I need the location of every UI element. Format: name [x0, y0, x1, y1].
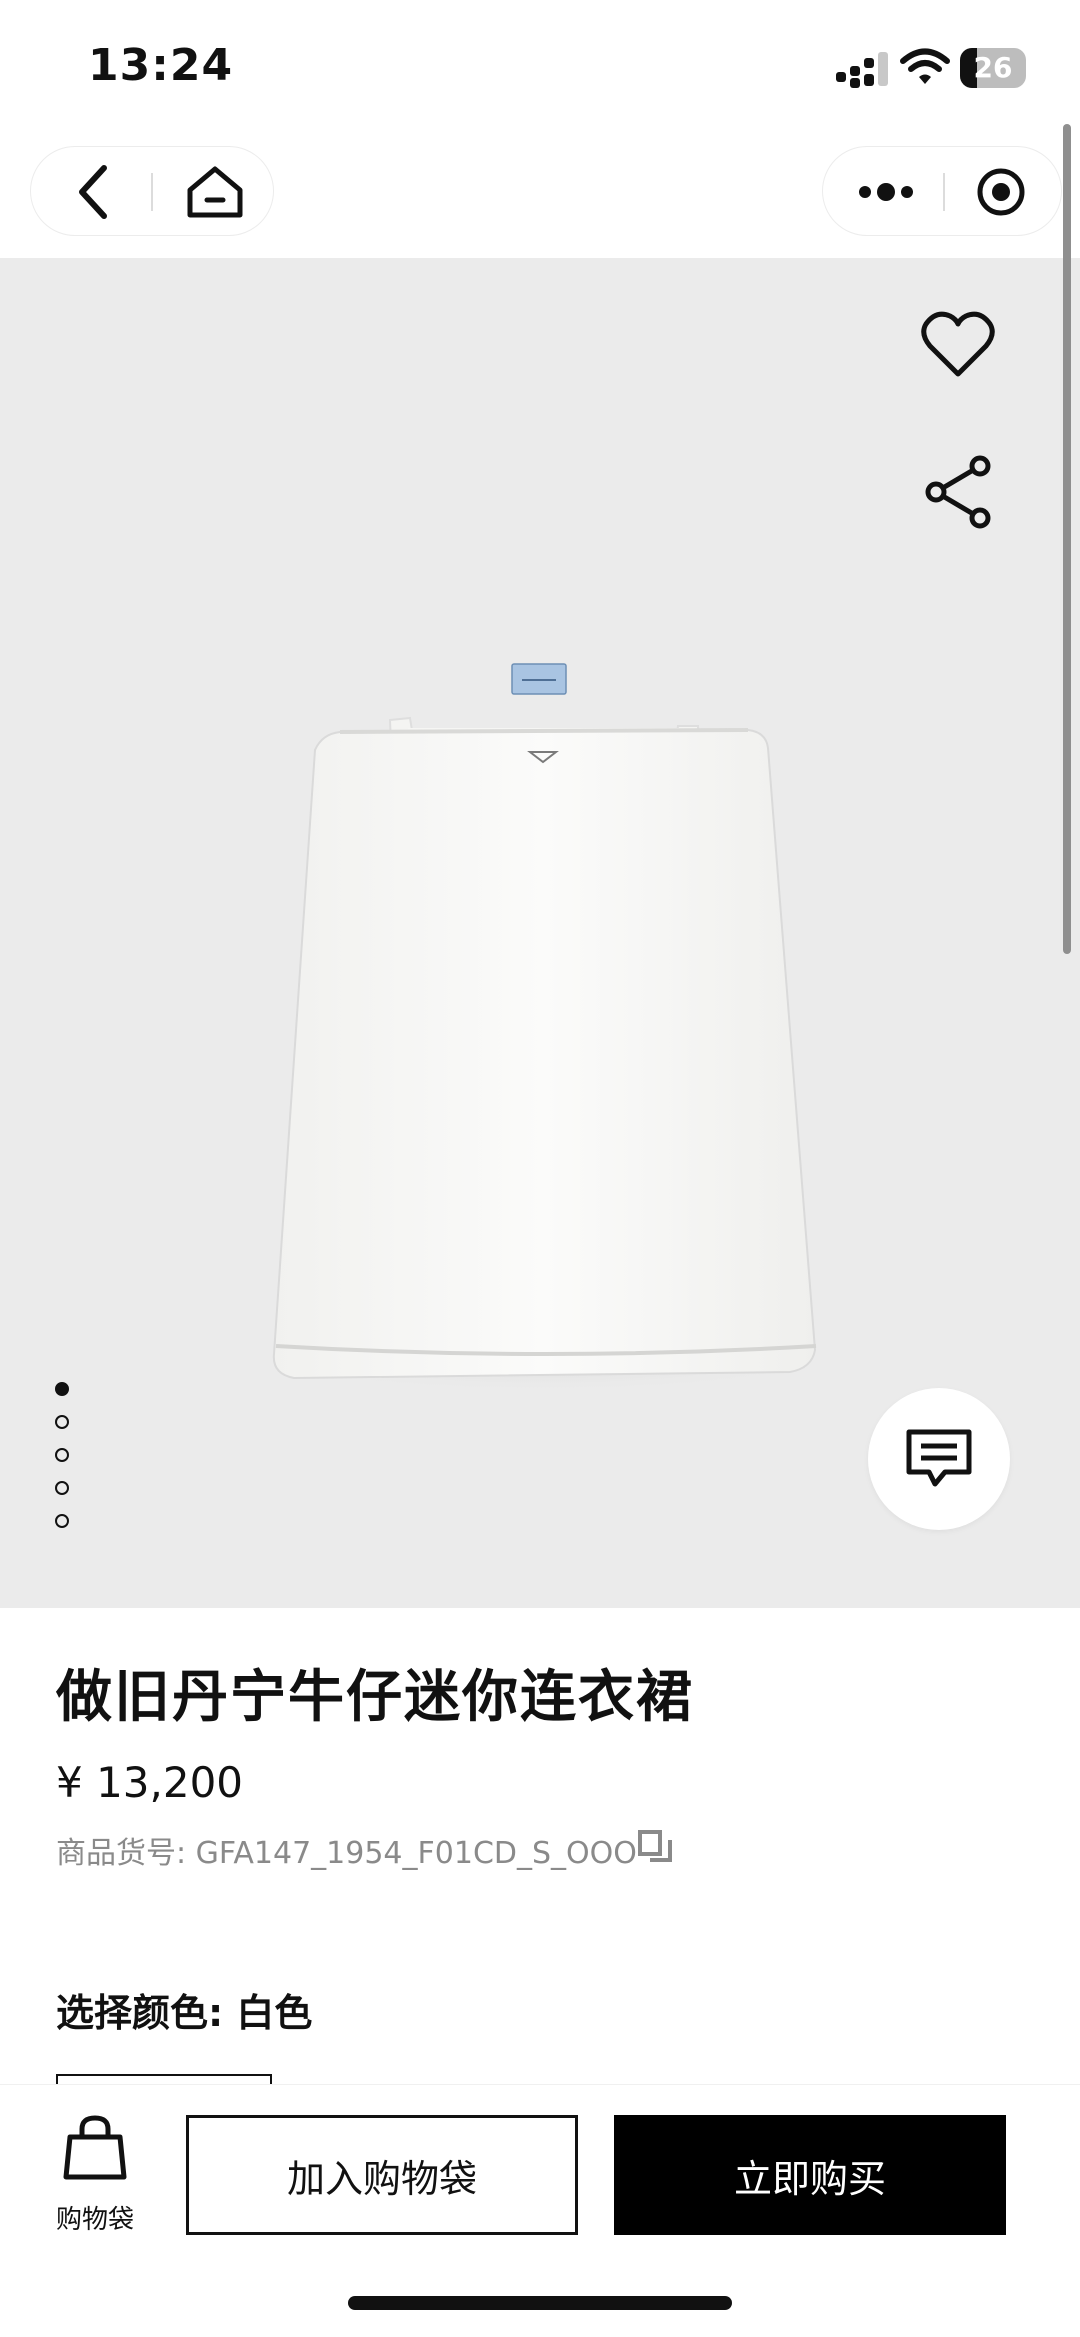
gallery-dot[interactable] — [55, 1514, 69, 1528]
buy-now-button[interactable]: 立即购买 — [614, 2115, 1006, 2235]
product-sku: 商品货号: GFA147_1954_F01CD_S_OOO — [56, 1836, 637, 1871]
nav-capsule-left — [30, 146, 274, 236]
gallery-dot[interactable] — [55, 1481, 69, 1495]
home-button[interactable] — [167, 147, 263, 237]
product-image-gallery[interactable] — [0, 258, 1080, 1608]
share-icon[interactable] — [920, 454, 996, 530]
wifi-icon — [900, 48, 950, 84]
copy-icon[interactable] — [638, 1830, 672, 1864]
chat-icon — [906, 1429, 972, 1487]
gallery-dot[interactable] — [55, 1448, 69, 1462]
chat-button[interactable] — [868, 1388, 1010, 1530]
home-indicator[interactable] — [348, 2296, 732, 2310]
close-miniprogram-icon — [977, 168, 1025, 216]
back-button[interactable] — [49, 147, 139, 237]
back-icon — [79, 165, 107, 219]
capsule-divider — [151, 173, 153, 211]
battery-level: 26 — [973, 51, 1013, 84]
heart-icon[interactable] — [920, 310, 996, 380]
color-swatch[interactable] — [56, 2074, 272, 2084]
add-to-bag-button[interactable]: 加入购物袋 — [186, 2115, 578, 2235]
product-price: ¥ 13,200 — [56, 1758, 244, 1807]
status-time: 13:24 — [88, 40, 234, 91]
shopping-bag-button[interactable]: 购物袋 — [40, 2115, 150, 2245]
product-image — [260, 663, 830, 1392]
page-scrollbar[interactable] — [1063, 124, 1071, 954]
gallery-dot[interactable] — [55, 1382, 69, 1396]
gallery-dot[interactable] — [55, 1415, 69, 1429]
more-icon — [859, 183, 913, 201]
more-button[interactable] — [833, 147, 939, 237]
battery-indicator: 26 — [960, 48, 1026, 88]
status-bar: 13:24 26 — [0, 0, 1080, 140]
signal-icon — [836, 52, 888, 88]
shopping-bag-label: 购物袋 — [55, 2205, 134, 2235]
capsule-divider — [943, 173, 945, 211]
nav-capsule-right — [822, 146, 1062, 236]
home-icon — [187, 166, 243, 218]
shopping-bag-icon — [63, 2115, 127, 2180]
color-selection-label: 选择颜色: 白色 — [56, 1991, 313, 2035]
gallery-pagination — [55, 1382, 69, 1547]
product-title: 做旧丹宁牛仔迷你连衣裙 — [56, 1665, 694, 1730]
close-miniprogram-button[interactable] — [949, 147, 1053, 237]
